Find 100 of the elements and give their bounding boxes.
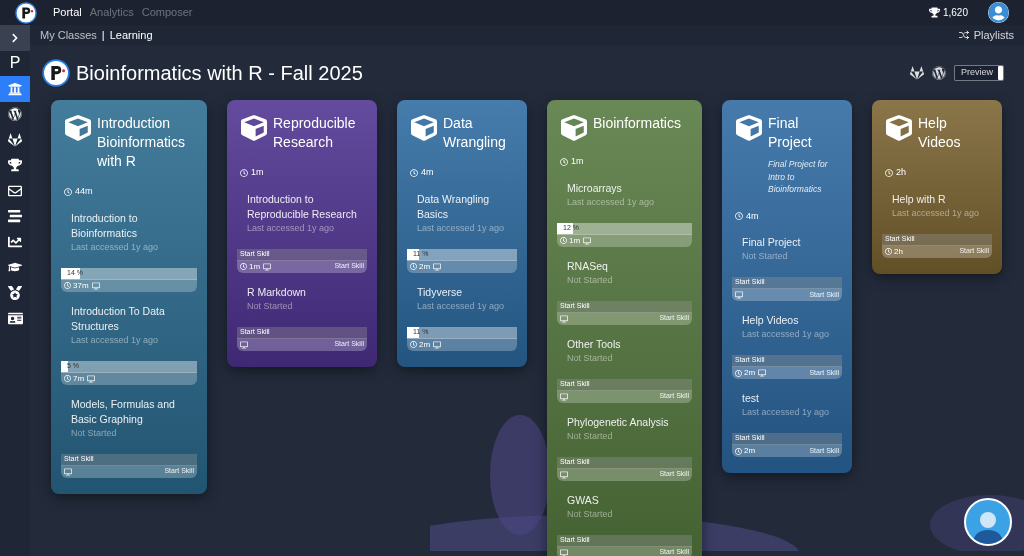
clock-icon (885, 168, 893, 177)
duration: 37m (64, 279, 89, 292)
module-title: Reproducible Research (273, 114, 357, 152)
skill-status: Last accessed 1y ago (566, 195, 656, 209)
monitor-icon (240, 340, 248, 349)
skill-title[interactable]: Microarrays (547, 180, 702, 196)
fox-icon[interactable] (910, 66, 924, 80)
module-duration: 1m (227, 166, 377, 180)
clock-icon (410, 263, 417, 270)
shuffle-icon (957, 29, 970, 41)
module-duration: 2h (872, 166, 1002, 180)
module-duration: 4m (397, 166, 527, 180)
playlists-link[interactable]: Playlists (957, 26, 1014, 44)
logo-icon (42, 59, 70, 87)
id-card-icon (7, 310, 23, 326)
monitor-icon (91, 281, 100, 290)
breadcrumb-link[interactable]: My Classes (40, 26, 97, 44)
skill-status: Last accessed 1y ago (891, 206, 981, 220)
module-title: Data Wrangling (443, 114, 507, 152)
duration: 2m (735, 445, 756, 457)
monitor-icon (560, 470, 568, 479)
monitor-icon (735, 291, 743, 299)
skill-status: Not Started (566, 429, 614, 443)
sidebar-item[interactable]: P (0, 50, 30, 76)
nav-tab[interactable]: Composer (141, 4, 193, 21)
monitor-icon (433, 262, 442, 271)
skill-status: Not Started (566, 507, 614, 521)
chart-icon (8, 234, 22, 249)
skill-status: Last accessed 1y ago (70, 240, 160, 254)
monitor-icon (433, 340, 442, 349)
building-icon (8, 81, 22, 96)
duration: 1m (560, 234, 581, 247)
module-duration: 1m (547, 155, 702, 169)
skill-title[interactable]: Final Project (722, 235, 852, 250)
skill-title[interactable]: Introduction to Reproducible Research (227, 191, 377, 222)
skill-title[interactable]: GWAS (547, 492, 702, 508)
clock-icon (64, 375, 71, 382)
cube-icon (736, 115, 762, 141)
skill-title[interactable]: test (722, 391, 852, 406)
module-title: Introduction Bioinformatics with R (97, 114, 186, 171)
skill-status: Last accessed 1y ago (70, 333, 160, 347)
clock-icon (64, 282, 71, 289)
skill-status: Not Started (246, 299, 294, 313)
skill-title[interactable]: Help Videos (722, 313, 852, 328)
skill-title[interactable]: RNASeq (547, 258, 702, 274)
cube-icon (65, 115, 91, 141)
trophy-icon (928, 7, 940, 18)
duration: 2m (410, 338, 431, 351)
skill-title[interactable]: R Markdown (227, 284, 377, 300)
skill-status: Last accessed 1y ago (741, 328, 831, 341)
breadcrumb-separator: | (101, 27, 105, 43)
clock-icon (410, 341, 417, 348)
chevron-icon (10, 32, 20, 43)
clock-icon (735, 212, 743, 221)
wordpress-icon (8, 107, 22, 122)
skill-status: Last accessed 1y ago (741, 406, 831, 419)
skill-status: Last accessed 1y ago (416, 221, 506, 235)
cube-icon (241, 115, 267, 141)
clock-icon (885, 248, 892, 255)
skill-title[interactable]: Models, Formulas and Basic Graphing (51, 396, 207, 427)
skill-title[interactable]: Introduction To Data Structures (51, 303, 207, 334)
monitor-icon (758, 369, 767, 377)
points-count: 1,620 (942, 6, 968, 20)
avatar-icon[interactable] (988, 2, 1009, 23)
nav-tab[interactable]: Analytics (89, 4, 134, 21)
monitor-icon (64, 467, 72, 476)
skill-title[interactable]: Tidyverse (397, 284, 527, 300)
clock-icon (560, 237, 567, 244)
monitor-icon (583, 236, 592, 245)
wordpress-icon[interactable] (932, 66, 946, 80)
skill-status: Last accessed 1y ago (246, 221, 336, 235)
cube-icon (561, 115, 587, 141)
module-duration: 4m (722, 209, 852, 223)
skill-title[interactable]: Introduction to Bioinformatics (51, 210, 207, 241)
clock-icon (410, 168, 418, 177)
cube-icon (886, 115, 912, 141)
breadcrumb-link[interactable]: Learning (109, 26, 153, 44)
module-duration: 44m (51, 185, 207, 199)
skill-title[interactable]: Data Wrangling Basics (397, 191, 527, 222)
clock-icon (735, 447, 742, 455)
logo-icon (15, 1, 37, 24)
cube-icon (411, 115, 437, 141)
duration: 2m (735, 367, 756, 379)
skill-status: Not Started (741, 250, 789, 263)
duration: 1m (240, 260, 261, 273)
clock-icon (735, 369, 742, 377)
preview-toggle[interactable]: Preview (954, 65, 1004, 81)
skill-title[interactable]: Phylogenetic Analysis (547, 414, 702, 430)
skill-title[interactable]: Help with R (872, 191, 1002, 207)
skill-title[interactable]: Other Tools (547, 336, 702, 352)
skill-status: Not Started (566, 273, 614, 287)
sidebar-letter: P (9, 53, 21, 74)
nav-tab[interactable]: Portal (53, 4, 82, 21)
trophy-icon (8, 158, 22, 173)
monitor-icon (560, 392, 568, 401)
monitor-icon (560, 548, 568, 556)
module-title: Bioinformatics (593, 114, 681, 133)
skill-status: Not Started (566, 351, 614, 365)
mail-icon (8, 183, 22, 198)
skill-status: Last accessed 1y ago (416, 299, 506, 313)
